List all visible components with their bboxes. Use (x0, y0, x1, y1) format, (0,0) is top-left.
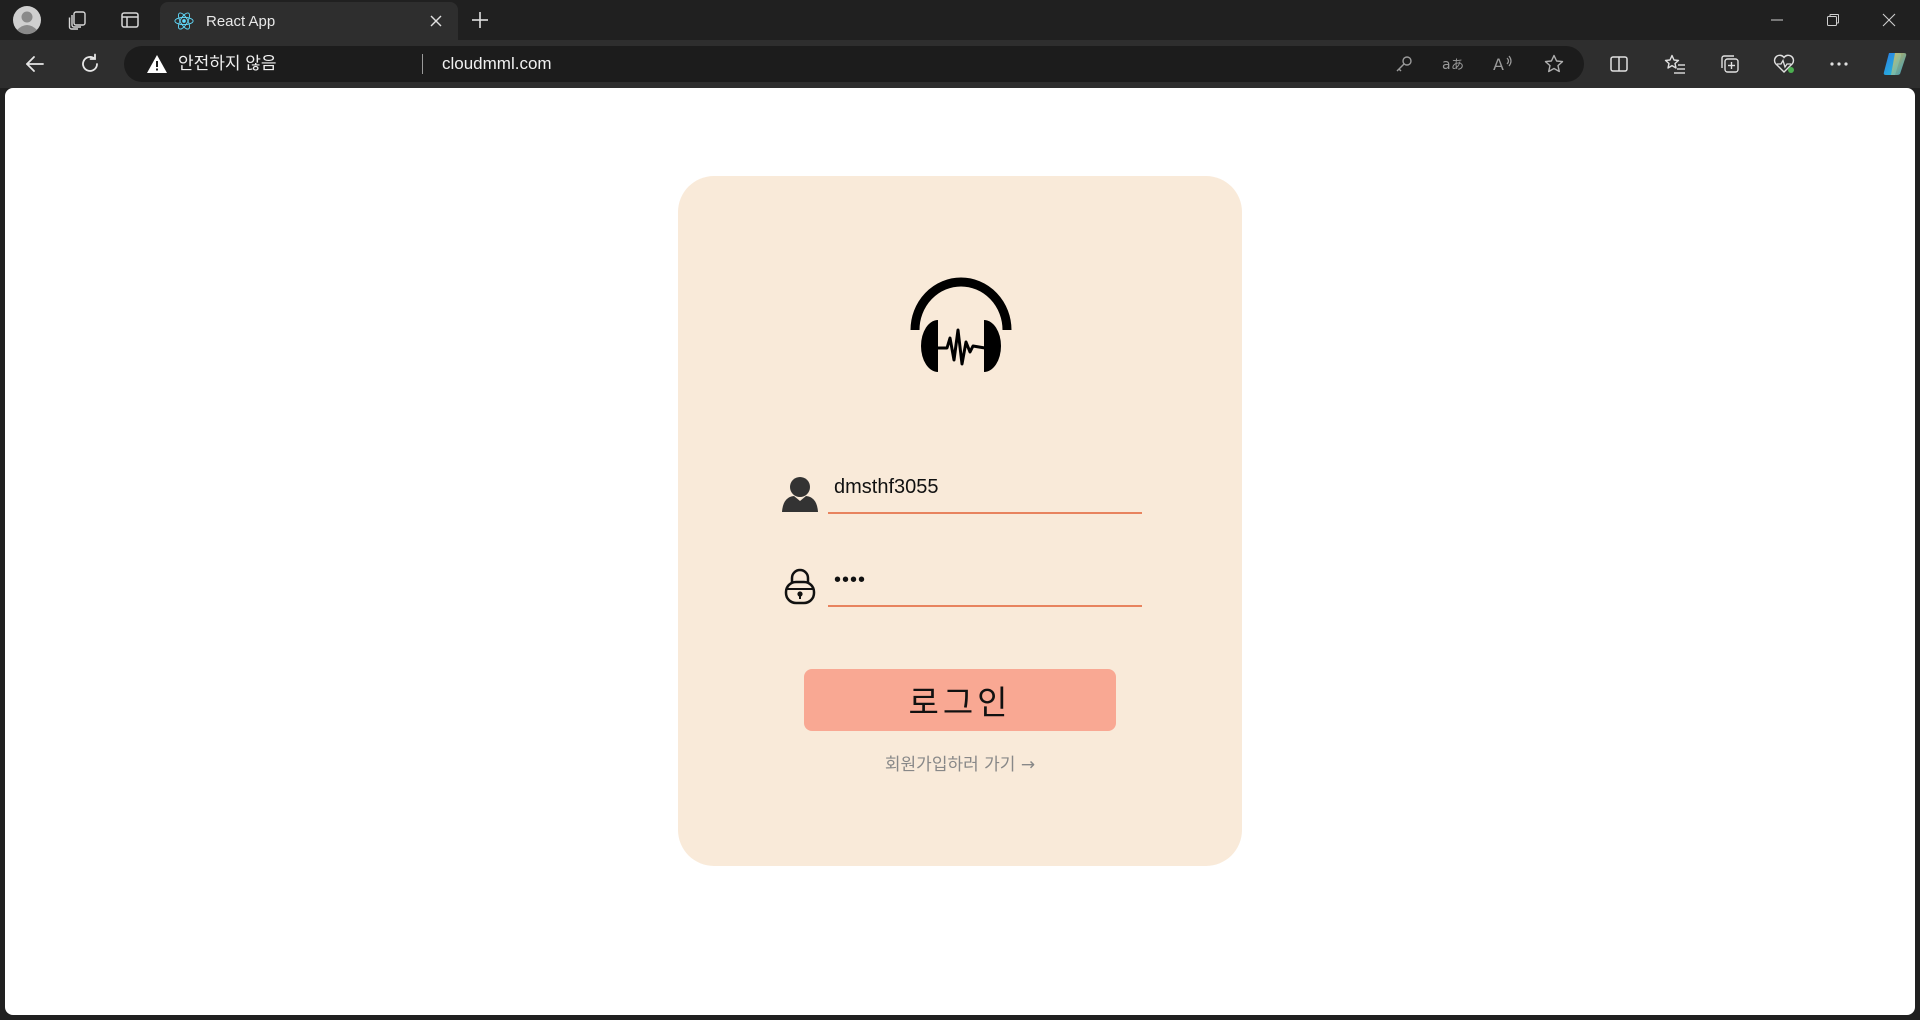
favorite-star-icon[interactable] (1538, 50, 1570, 78)
svg-text:あ: あ (1451, 58, 1464, 73)
back-icon[interactable] (15, 46, 55, 82)
copilot-icon[interactable] (1875, 46, 1915, 82)
username-input[interactable]: dmsthf3055 (828, 472, 1142, 514)
translate-icon[interactable]: a あ (1438, 50, 1470, 78)
restore-icon[interactable] (1805, 0, 1861, 40)
svg-text:A: A (1493, 55, 1504, 74)
headphones-logo-icon (903, 268, 1019, 378)
page-viewport: dmsthf3055 •••• 로그인 회원가입하러 가기 → (5, 88, 1915, 1015)
tab-actions-icon[interactable] (112, 4, 148, 36)
svg-text:a: a (1442, 57, 1451, 73)
minimize-icon[interactable] (1749, 0, 1805, 40)
username-value: dmsthf3055 (834, 476, 939, 498)
favorites-icon[interactable] (1655, 46, 1695, 82)
key-icon[interactable] (1388, 50, 1420, 78)
browser-toolbar: 안전하지 않음 cloudmml.com a あ A (0, 40, 1920, 88)
tab-react-app[interactable]: React App (160, 2, 458, 40)
address-bar[interactable]: 안전하지 않음 cloudmml.com a あ A (124, 46, 1584, 82)
password-input[interactable]: •••• (828, 565, 1142, 607)
react-logo-icon (174, 11, 194, 31)
close-window-icon[interactable] (1861, 0, 1917, 40)
profile-avatar-icon[interactable] (9, 4, 45, 36)
workspaces-icon[interactable] (59, 4, 95, 36)
login-button[interactable]: 로그인 (804, 669, 1116, 731)
tab-title: React App (206, 12, 276, 30)
lock-icon (784, 567, 816, 605)
login-card: dmsthf3055 •••• 로그인 회원가입하러 가기 → (678, 176, 1242, 866)
collections-icon[interactable] (1710, 46, 1750, 82)
user-icon (780, 474, 820, 514)
signup-link[interactable]: 회원가입하러 가기 → (678, 750, 1242, 775)
new-tab-icon[interactable] (462, 4, 498, 36)
refresh-icon[interactable] (70, 46, 110, 82)
security-status-label[interactable]: 안전하지 않음 (178, 46, 277, 82)
address-separator (422, 54, 423, 74)
more-icon[interactable] (1819, 46, 1859, 82)
performance-icon[interactable] (1764, 46, 1804, 82)
not-secure-warning-icon[interactable] (146, 54, 168, 74)
read-aloud-icon[interactable]: A (1488, 50, 1520, 78)
tab-close-icon[interactable] (422, 7, 450, 35)
tab-strip: React App (0, 0, 1920, 40)
split-screen-icon[interactable] (1599, 46, 1639, 82)
url-text[interactable]: cloudmml.com (442, 46, 552, 82)
password-masked-value: •••• (834, 569, 867, 591)
